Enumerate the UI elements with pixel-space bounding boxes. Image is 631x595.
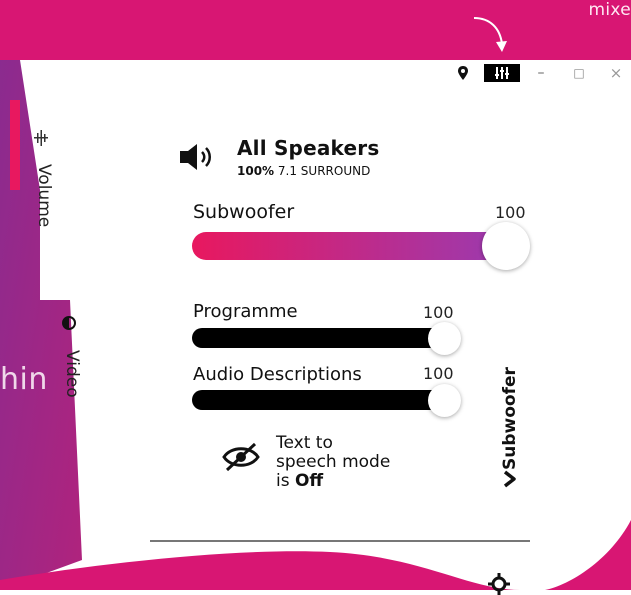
- tab-video-label: Video: [62, 350, 82, 398]
- text-to-speech-status[interactable]: Text to speech mode is Off: [276, 434, 390, 491]
- bottom-right-shape: [545, 520, 631, 590]
- audio-descriptions-slider-track[interactable]: [192, 390, 450, 410]
- subwoofer-slider-thumb[interactable]: [482, 222, 530, 270]
- speaker-icon[interactable]: [178, 142, 218, 172]
- speakers-mode: 7.1 SURROUND: [277, 164, 371, 178]
- mixer-icon: [495, 67, 509, 79]
- tts-state: Off: [294, 471, 324, 491]
- minimize-button[interactable]: –: [535, 64, 547, 82]
- gear-icon[interactable]: [488, 573, 510, 595]
- restore-button[interactable]: □: [573, 64, 585, 82]
- audio-descriptions-slider-thumb[interactable]: [428, 384, 461, 417]
- contrast-icon: [62, 316, 76, 330]
- background-partial-text: hin: [0, 362, 48, 397]
- pointer-arrow-icon: [473, 17, 507, 52]
- close-button[interactable]: ×: [610, 64, 623, 82]
- subwoofer-slider-track[interactable]: [192, 232, 510, 260]
- equalizer-icon: [34, 130, 48, 146]
- chevron-right-icon: [503, 470, 516, 488]
- footer-divider: [150, 540, 530, 542]
- subwoofer-label: Subwoofer: [193, 201, 295, 223]
- tts-line2: speech mode: [276, 452, 391, 472]
- eye-off-icon[interactable]: [221, 440, 261, 474]
- tts-line3: is Off: [276, 472, 390, 491]
- programme-label: Programme: [193, 301, 298, 322]
- programme-value: 100: [423, 303, 454, 322]
- audio-descriptions-label: Audio Descriptions: [193, 364, 362, 385]
- tab-volume-label: Volume: [34, 164, 54, 228]
- programme-slider-track[interactable]: [192, 328, 450, 348]
- background-decor: [0, 60, 631, 590]
- programme-slider-thumb[interactable]: [428, 322, 461, 355]
- subwoofer-value: 100: [495, 203, 526, 222]
- speakers-subtitle: 100% 7.1 SURROUND: [237, 164, 370, 178]
- mixer-button[interactable]: [484, 64, 520, 82]
- tts-line1: Text to: [276, 433, 333, 453]
- subwoofer-panel-label: Subwoofer: [500, 367, 520, 470]
- speakers-title: All Speakers: [237, 136, 380, 160]
- speakers-level: 100%: [237, 164, 275, 178]
- pink-accent-stripe: [10, 100, 20, 190]
- tts-line3-prefix: is: [276, 471, 295, 491]
- location-pin-icon[interactable]: [456, 64, 470, 82]
- audio-descriptions-value: 100: [423, 364, 454, 383]
